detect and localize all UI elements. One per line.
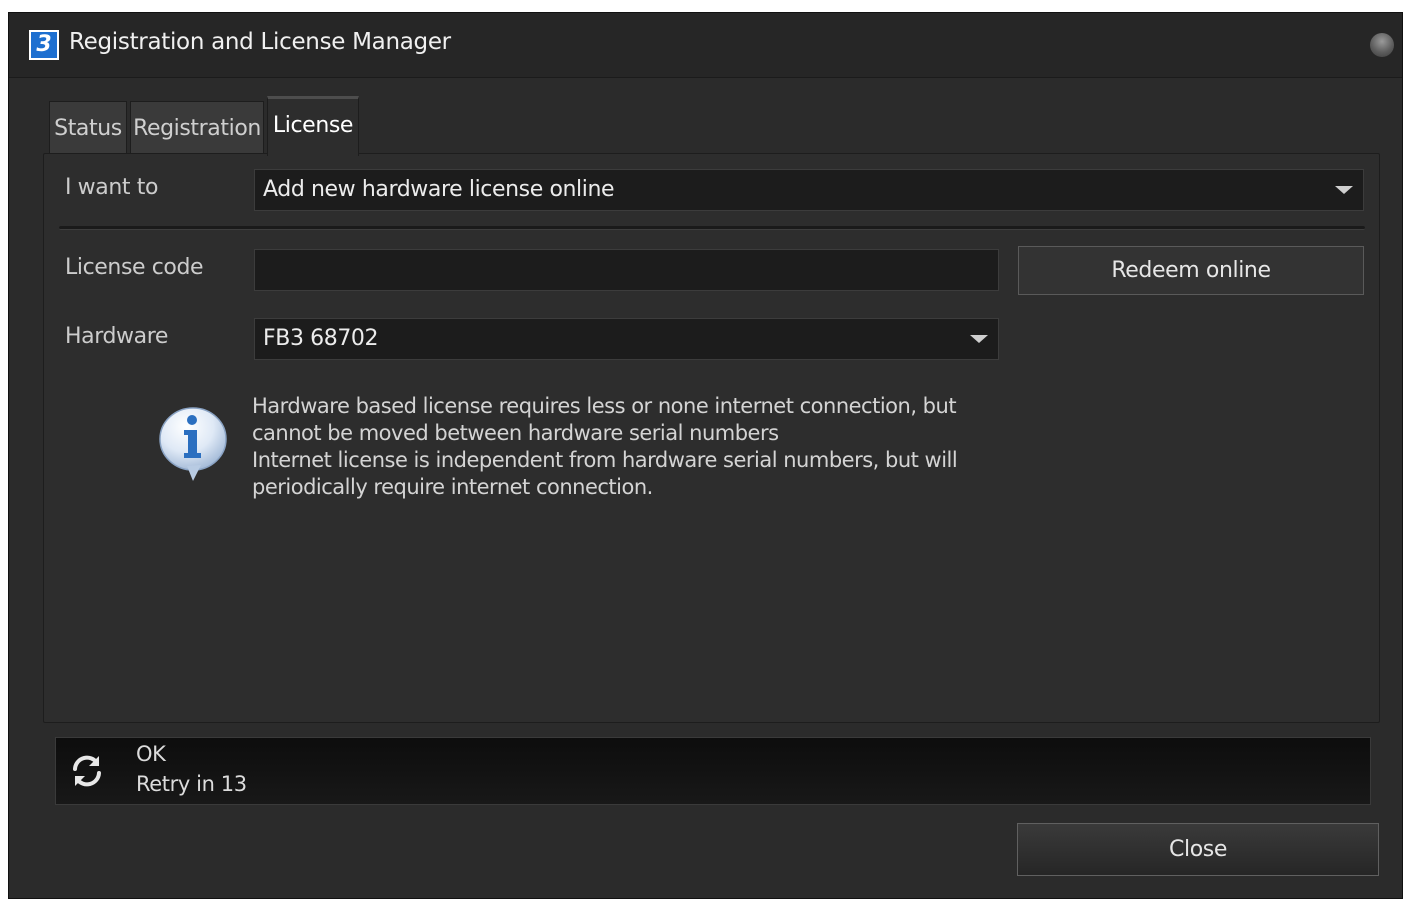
retry-countdown-text: Retry in 13 bbox=[136, 772, 247, 796]
chevron-down-icon bbox=[1335, 186, 1353, 194]
redeem-online-button[interactable]: Redeem online bbox=[1018, 246, 1364, 295]
tab-license[interactable]: License bbox=[267, 96, 359, 156]
section-divider bbox=[59, 226, 1365, 230]
window-title: Registration and License Manager bbox=[69, 29, 451, 55]
action-select[interactable]: Add new hardware license online bbox=[254, 169, 1364, 211]
info-bubble-icon bbox=[159, 407, 227, 481]
status-text: OK bbox=[136, 742, 166, 766]
action-select-value: Add new hardware license online bbox=[263, 177, 615, 202]
info-line: Hardware based license requires less or … bbox=[252, 394, 957, 418]
hardware-select-value: FB3 68702 bbox=[263, 326, 379, 351]
app-logo-icon: 3 bbox=[29, 30, 59, 60]
hardware-label: Hardware bbox=[65, 324, 169, 349]
license-manager-window: 3 Registration and License Manager Statu… bbox=[8, 12, 1403, 899]
window-menu-orb-icon[interactable] bbox=[1370, 33, 1394, 57]
info-line: Internet license is independent from har… bbox=[252, 448, 958, 472]
license-code-label: License code bbox=[65, 255, 204, 280]
close-button[interactable]: Close bbox=[1017, 823, 1379, 876]
refresh-icon[interactable] bbox=[68, 752, 106, 790]
hardware-select[interactable]: FB3 68702 bbox=[254, 318, 999, 360]
info-line: periodically require internet connection… bbox=[252, 475, 653, 499]
i-want-to-label: I want to bbox=[65, 175, 159, 200]
tab-status[interactable]: Status bbox=[49, 101, 127, 155]
status-bar: OK Retry in 13 bbox=[55, 737, 1371, 805]
chevron-down-icon bbox=[970, 335, 988, 343]
title-bar[interactable]: 3 Registration and License Manager bbox=[9, 13, 1402, 78]
tab-registration[interactable]: Registration bbox=[130, 101, 264, 155]
license-info-text: Hardware based license requires less or … bbox=[252, 393, 1012, 501]
info-line: cannot be moved between hardware serial … bbox=[252, 421, 779, 445]
license-code-input[interactable] bbox=[254, 249, 999, 291]
